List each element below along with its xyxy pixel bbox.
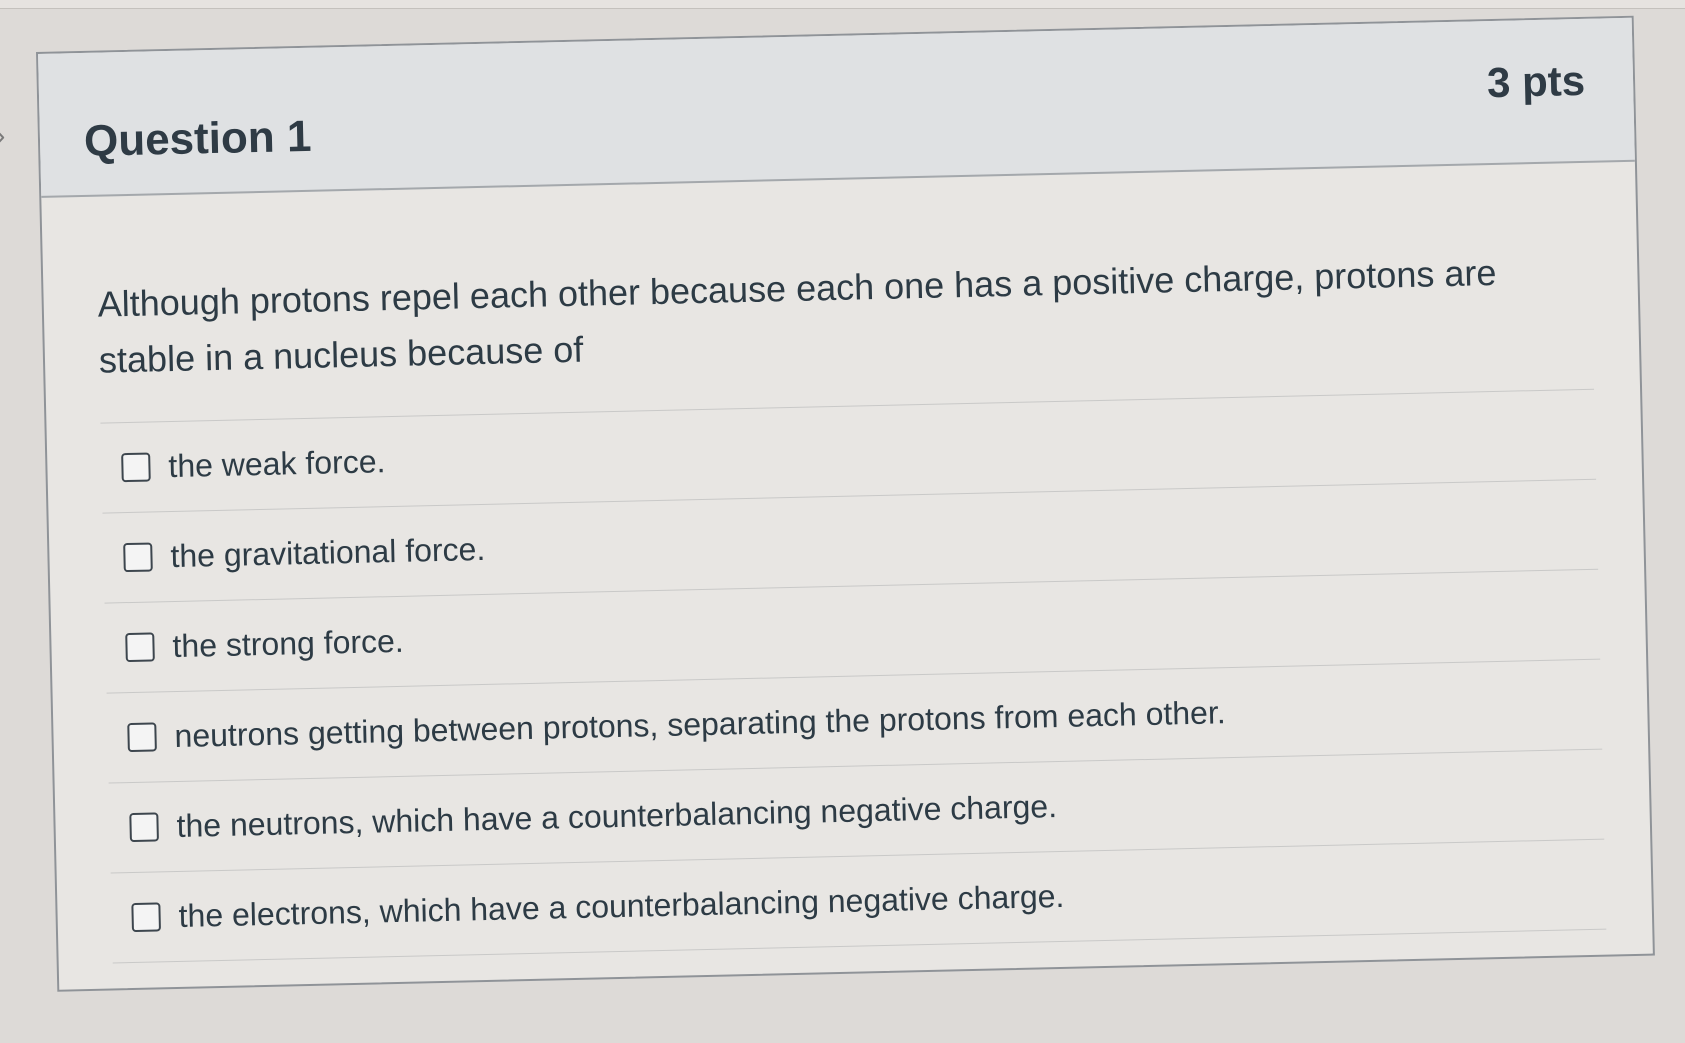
answer-label[interactable]: the strong force. — [172, 623, 404, 665]
answer-label[interactable]: the neutrons, which have a counterbalanc… — [176, 788, 1057, 845]
question-title: Question 1 — [83, 111, 312, 166]
chevron-right-icon[interactable]: › — [0, 118, 12, 154]
checkbox[interactable] — [131, 902, 161, 933]
page-top-divider — [0, 0, 1685, 9]
answer-list: the weak force. the gravitational force.… — [100, 388, 1607, 964]
question-body: Although protons repel each other becaus… — [41, 162, 1652, 965]
checkbox[interactable] — [129, 812, 159, 843]
answer-label[interactable]: the gravitational force. — [170, 531, 486, 575]
question-card: Question 1 3 pts Although protons repel … — [36, 15, 1655, 992]
answer-label[interactable]: neutrons getting between protons, separa… — [174, 694, 1226, 755]
answer-label[interactable]: the weak force. — [168, 443, 386, 485]
question-points: 3 pts — [1486, 56, 1586, 107]
checkbox[interactable] — [125, 632, 155, 663]
checkbox[interactable] — [127, 722, 157, 753]
checkbox[interactable] — [123, 542, 153, 573]
question-text: Although protons repel each other becaus… — [97, 251, 1497, 381]
answer-label[interactable]: the electrons, which have a counterbalan… — [178, 878, 1065, 935]
checkbox[interactable] — [121, 452, 151, 483]
